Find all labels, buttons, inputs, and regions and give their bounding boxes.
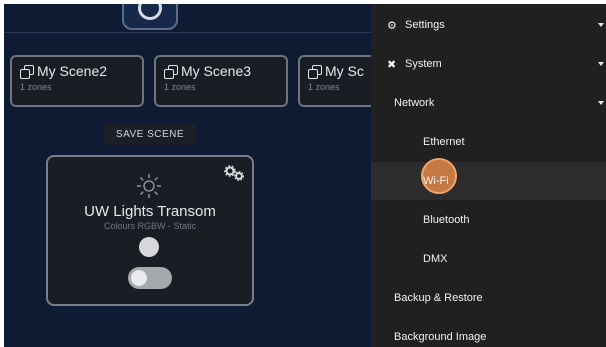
menu-label: Settings (405, 19, 445, 31)
chevron-down-icon (598, 23, 604, 27)
menu-background-image[interactable]: Background Image (371, 318, 606, 347)
divider (4, 32, 371, 33)
scene-title-row: My Scene3 (164, 63, 278, 79)
tools-icon: ✖ (387, 58, 397, 71)
menu-network[interactable]: Network (371, 84, 606, 122)
power-icon (138, 4, 162, 20)
zone-card[interactable]: UW Lights Transom Colours RGBW - Static (46, 155, 254, 306)
scene-zones: 1 zones (20, 82, 52, 92)
sun-icon (137, 174, 161, 198)
scene-name: My Scene3 (181, 63, 252, 79)
scene-zones: 1 zones (164, 82, 196, 92)
zone-title: UW Lights Transom (84, 203, 216, 220)
toggle-knob (131, 270, 147, 286)
menu-label: Backup & Restore (394, 292, 483, 304)
save-scene-button[interactable]: SAVE SCENE (104, 123, 196, 145)
menu-bluetooth[interactable]: Bluetooth (371, 201, 606, 239)
gear-icon[interactable] (224, 165, 246, 181)
chevron-down-icon (598, 101, 604, 105)
copy-icon (164, 64, 178, 79)
menu-dmx[interactable]: DMX (371, 240, 606, 278)
zone-subtitle: Colours RGBW - Static (103, 221, 197, 231)
power-button[interactable] (122, 4, 178, 30)
menu-ethernet[interactable]: Ethernet (371, 123, 606, 161)
menu-label: Wi-Fi (423, 175, 449, 187)
scene-name: My Sc (325, 63, 364, 79)
scene-title-row: My Scene2 (20, 63, 134, 79)
menu-backup-restore[interactable]: Backup & Restore (371, 279, 606, 317)
menu-label: Background Image (394, 331, 487, 343)
menu-label: System (405, 58, 442, 70)
settings-menu: ⚙ Settings ✖ System Network Ethernet Wi-… (371, 4, 606, 347)
menu-settings[interactable]: ⚙ Settings (371, 6, 606, 44)
scene-card-1[interactable]: My Scene2 1 zones (10, 55, 144, 107)
menu-label: DMX (423, 253, 448, 265)
scene-name: My Scene2 (37, 63, 108, 79)
menu-label: Bluetooth (423, 214, 470, 226)
zone-toggle[interactable] (128, 267, 172, 289)
menu-system[interactable]: ✖ System (371, 45, 606, 83)
menu-label: Network (394, 97, 435, 109)
gears-icon: ⚙ (387, 19, 397, 32)
menu-wifi[interactable]: Wi-Fi (371, 162, 606, 200)
menu-label: Ethernet (423, 136, 465, 148)
copy-icon (308, 64, 322, 79)
chevron-down-icon (598, 62, 604, 66)
scene-card-2[interactable]: My Scene3 1 zones (154, 55, 288, 107)
app-main: My Scene2 1 zones My Scene3 1 zones My S… (4, 4, 606, 347)
color-dot[interactable] (139, 237, 159, 257)
copy-icon (20, 64, 34, 79)
